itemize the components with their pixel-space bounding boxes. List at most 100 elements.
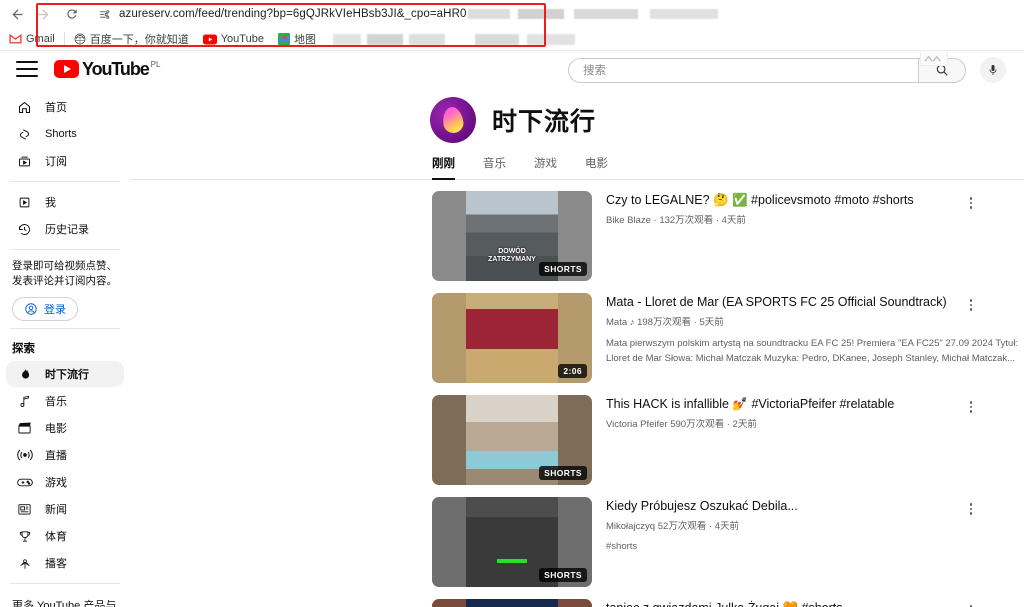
more-options-icon[interactable] — [964, 603, 978, 607]
explore-heading: 探索 — [12, 343, 35, 356]
video-title[interactable]: taniec z gwiazdami Julka Żugaj 🧡 #shorts — [606, 600, 843, 607]
video-thumbnail[interactable]: SHORTS — [432, 497, 592, 587]
baidu-icon — [74, 33, 86, 45]
trending-flame-avatar — [430, 97, 476, 143]
bookmark-baidu[interactable]: 百度一下，你就知道 — [67, 29, 196, 49]
newspaper-icon — [16, 501, 33, 518]
address-bar[interactable]: azureserv.com/feed/trending?bp=6gQJRkVIe… — [90, 3, 1016, 25]
table-row[interactable]: SHORTS This HACK is infallible 💅 #Victor… — [432, 395, 1024, 485]
video-description: #shorts — [606, 541, 638, 553]
redacted-bookmark-2 — [474, 33, 575, 45]
more-options-icon[interactable] — [964, 399, 978, 415]
sidebar-item-music[interactable]: 音乐 — [6, 388, 124, 414]
sidebar-item-label: 电影 — [45, 423, 67, 436]
video-list: DOWÓD ZATRZYMANY SHORTS Czy to LEGALNE? 🤔… — [130, 180, 1024, 607]
search-input[interactable]: 搜索 — [568, 57, 918, 83]
table-row[interactable]: DOWÓD ZATRZYMANY SHORTS Czy to LEGALNE? 🤔… — [432, 191, 1024, 281]
back-arrow-icon[interactable] — [4, 1, 30, 27]
history-icon — [16, 221, 33, 238]
bookmark-maps[interactable]: 地图 — [271, 29, 323, 49]
video-meta: Bike Blaze · 132万次观看 · 4天前 — [606, 215, 746, 227]
browser-chrome: azureserv.com/feed/trending?bp=6gQJRkVIe… — [0, 0, 1024, 50]
sidebar-item-history[interactable]: 历史记录 — [6, 216, 124, 242]
more-options-icon[interactable] — [964, 501, 978, 517]
video-thumbnail[interactable] — [432, 599, 592, 607]
video-info: taniec z gwiazdami Julka Żugaj 🧡 #shorts — [606, 599, 843, 607]
sidebar-item-trending[interactable]: 时下流行 — [6, 361, 124, 388]
video-description: Mata pierwszym polskim artystą na soundt… — [606, 338, 1019, 364]
video-title[interactable]: Mata - Lloret de Mar (EA SPORTS FC 25 Of… — [606, 294, 1024, 310]
home-icon — [16, 99, 33, 116]
tab-just-now[interactable]: 刚刚 — [432, 155, 455, 180]
sidebar-divider — [10, 249, 120, 250]
video-thumbnail[interactable]: DOWÓD ZATRZYMANY SHORTS — [432, 191, 592, 281]
sign-in-button[interactable]: 登录 — [12, 297, 78, 322]
maps-icon — [277, 33, 290, 45]
sidebar-item-home[interactable]: 首页 — [6, 94, 124, 120]
forward-arrow-icon — [30, 1, 56, 27]
trending-header: 时下流行 — [130, 87, 1024, 143]
table-row[interactable]: 2:06 Mata - Lloret de Mar (EA SPORTS FC … — [432, 293, 1024, 383]
sidebar-item-movies[interactable]: 电影 — [6, 415, 124, 441]
page-title: 时下流行 — [492, 108, 597, 136]
video-title[interactable]: Kiedy Próbujesz Oszukać Debila... — [606, 498, 798, 514]
bookmark-label: 百度一下，你就知道 — [89, 34, 189, 46]
sidebar-item-gaming[interactable]: 游戏 — [6, 469, 124, 495]
duration-badge: 2:06 — [558, 364, 587, 378]
table-row[interactable]: SHORTS Kiedy Próbujesz Oszukać Debila...… — [432, 497, 1024, 587]
more-options-icon[interactable] — [964, 195, 978, 211]
sidebar-item-label: 音乐 — [45, 396, 67, 409]
hamburger-menu-icon[interactable] — [16, 61, 38, 77]
sign-in-label: 登录 — [44, 304, 66, 317]
sidebar-item-label: 体育 — [45, 531, 67, 544]
flame-shape — [441, 105, 465, 135]
sidebar-item-news[interactable]: 新闻 — [6, 496, 124, 522]
youtube-logo[interactable]: YouTube PL — [54, 60, 160, 78]
video-meta: Mata ♪ 198万次观看 · 5天前 — [606, 317, 724, 329]
page-body: 首页 Shorts 订阅 我 历史记录 登录即可给视频点赞、发表评论并订阅内容。… — [0, 87, 1024, 607]
youtube-logo-text: YouTube — [82, 59, 150, 79]
sidebar-item-sports[interactable]: 体育 — [6, 523, 124, 549]
collapse-chevrons-icon[interactable] — [920, 50, 948, 66]
status-badge: SHORTS — [539, 466, 587, 480]
more-options-icon[interactable] — [964, 297, 978, 313]
voice-search-button[interactable] — [980, 57, 1006, 83]
bookmark-youtube[interactable]: YouTube — [196, 29, 271, 49]
trophy-icon — [16, 528, 33, 545]
shorts-icon — [16, 126, 33, 143]
sidebar-item-label: 订阅 — [45, 156, 67, 168]
podcast-icon — [16, 555, 33, 572]
tab-movies[interactable]: 电影 — [585, 155, 608, 180]
video-title[interactable]: This HACK is infallible 💅 #VictoriaPfeif… — [606, 396, 894, 412]
video-thumbnail[interactable]: SHORTS — [432, 395, 592, 485]
sidebar-item-subscriptions[interactable]: 订阅 — [6, 148, 124, 174]
sidebar-item-live[interactable]: 直播 — [6, 442, 124, 468]
search-placeholder: 搜索 — [583, 65, 606, 77]
tab-gaming[interactable]: 游戏 — [534, 155, 557, 180]
thumbnail-image — [466, 599, 558, 607]
thumbnail-caption: DOWÓD ZATRZYMANY — [488, 247, 536, 264]
omnibox-row: azureserv.com/feed/trending?bp=6gQJRkVIe… — [0, 0, 1024, 28]
sidebar-item-you[interactable]: 我 — [6, 189, 124, 215]
sidebar-item-shorts[interactable]: Shorts — [6, 121, 124, 147]
bookmark-gmail[interactable]: Gmail — [2, 29, 62, 49]
thumbnail-accent — [497, 559, 527, 563]
redacted-url-suffix — [468, 9, 719, 19]
video-meta: Mikołajczyq 52万次观看 · 4天前 — [606, 521, 740, 533]
music-note-icon — [16, 393, 33, 410]
account-circle-icon — [25, 303, 37, 316]
reload-icon[interactable] — [60, 2, 84, 26]
subscriptions-icon — [16, 153, 33, 170]
thumbnail-image — [466, 293, 558, 383]
video-info: Czy to LEGALNE? 🤔 ✅ #policevsmoto #moto … — [606, 191, 914, 281]
sidebar-item-podcasts[interactable]: 播客 — [6, 550, 124, 576]
status-badge: SHORTS — [539, 568, 587, 582]
microphone-icon — [989, 65, 997, 75]
video-info: This HACK is infallible 💅 #VictoriaPfeif… — [606, 395, 894, 485]
site-settings-icon[interactable] — [98, 8, 111, 21]
tab-music[interactable]: 音乐 — [483, 155, 506, 180]
you-icon — [16, 194, 33, 211]
video-thumbnail[interactable]: 2:06 — [432, 293, 592, 383]
video-title[interactable]: Czy to LEGALNE? 🤔 ✅ #policevsmoto #moto … — [606, 192, 914, 208]
table-row[interactable]: taniec z gwiazdami Julka Żugaj 🧡 #shorts — [432, 599, 1024, 607]
